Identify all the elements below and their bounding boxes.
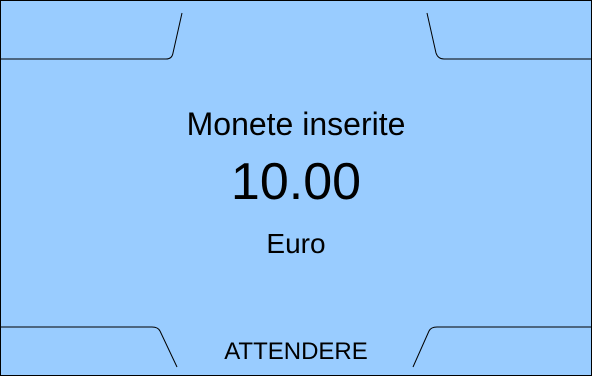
inserted-coins-label: Monete inserite xyxy=(186,106,406,142)
top-right-softkey-outline xyxy=(426,12,592,60)
status-message: ATTENDERE xyxy=(224,338,368,365)
top-left-softkey-outline xyxy=(0,12,183,60)
currency-label: Euro xyxy=(266,228,326,259)
coin-display-screen: Monete inserite 10.00 Euro ATTENDERE xyxy=(0,0,592,376)
inserted-amount-value: 10.00 xyxy=(230,153,362,211)
